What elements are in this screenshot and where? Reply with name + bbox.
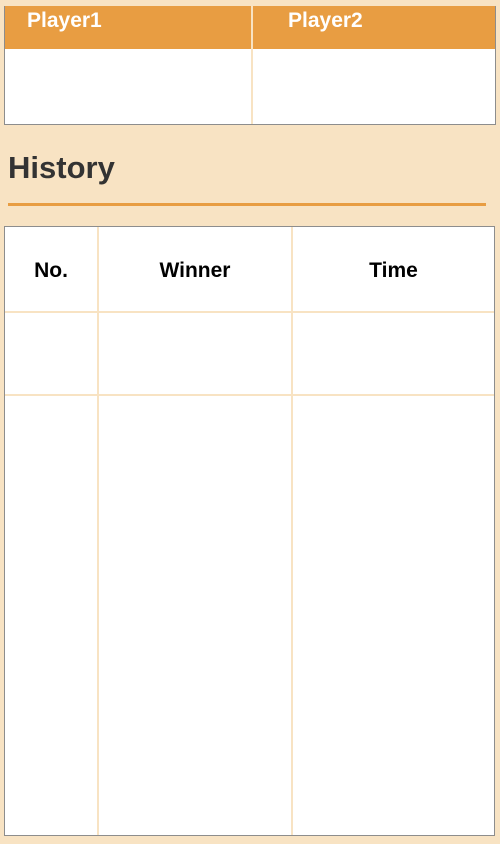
history-title: History [8, 150, 115, 185]
history-table: No. Winner Time [4, 226, 495, 836]
player2-cell [253, 49, 495, 124]
players-column-divider [251, 6, 253, 124]
column-divider-winner-time [291, 227, 293, 835]
column-header-time: Time [369, 259, 418, 282]
column-header-no: No. [34, 259, 68, 282]
player1-cell [5, 49, 251, 124]
table-row-divider [5, 394, 494, 396]
column-header-winner: Winner [159, 259, 231, 282]
header-row-divider [5, 311, 494, 313]
player2-label: Player2 [288, 9, 363, 32]
player1-label: Player1 [27, 9, 102, 32]
history-divider [8, 203, 486, 206]
column-divider-no-winner [97, 227, 99, 835]
players-table: Player1 Player2 [4, 6, 496, 125]
